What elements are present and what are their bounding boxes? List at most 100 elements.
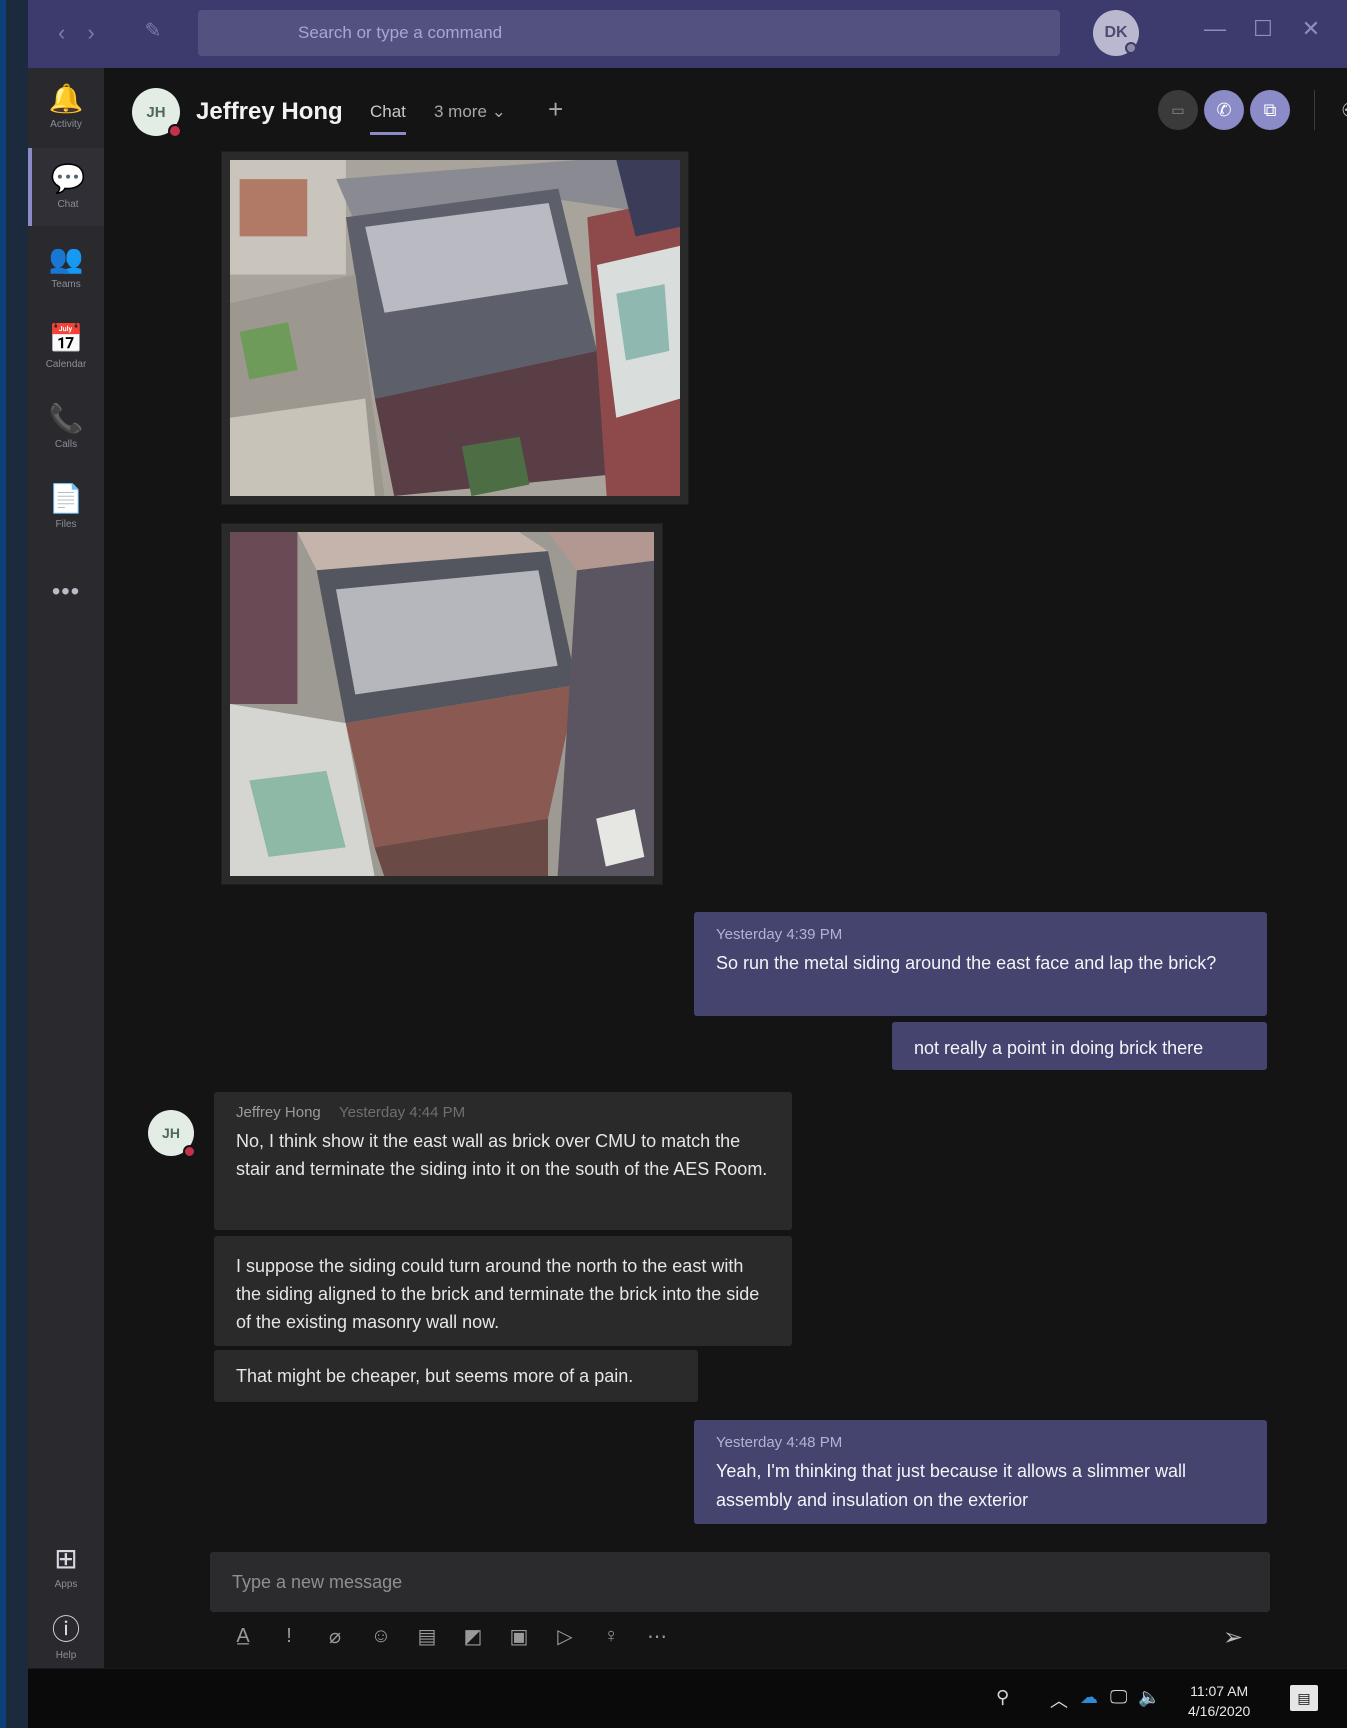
message-text: not really a point in doing brick there [914, 1038, 1204, 1058]
meet-now-icon[interactable]: ▣ [504, 1621, 534, 1651]
peer-name: Jeffrey Hong [196, 98, 343, 125]
received-message[interactable]: That might be cheaper, but seems more of… [214, 1350, 698, 1402]
sticker-icon[interactable]: ◩ [458, 1621, 488, 1651]
rail-item-label: Chat [57, 198, 79, 210]
sent-message[interactable]: Yesterday 4:39 PM So run the metal sidin… [694, 912, 1267, 1016]
close-button[interactable]: ✕ [1296, 16, 1326, 42]
app-rail: 🔔 Activity 💬 Chat 👥 Teams 📅 Calendar 📞 C… [28, 68, 104, 1668]
peer-avatar[interactable]: JH [132, 88, 182, 138]
attach-icon[interactable]: ⌀ [320, 1621, 350, 1651]
add-people-button[interactable]: ⚇ [1330, 90, 1347, 130]
chat-header: JH Jeffrey Hong Chat 3 more ⌄ + ▭ ✆ ⧉ ⚇ [104, 68, 1347, 152]
forward-arrow-icon[interactable]: › [87, 20, 94, 46]
message-meta: Jeffrey Hong Yesterday 4:44 PM [236, 1104, 770, 1121]
header-divider [1314, 90, 1315, 130]
format-icon[interactable]: A̲ [228, 1621, 258, 1651]
rail-item-apps[interactable]: ⊞ Apps [28, 1528, 104, 1606]
composer-toolbar: A̲ ! ⌀ ☺ ▤ ◩ ▣ ▷ ♀ ⋯ [228, 1618, 672, 1654]
rail-item-label: Teams [51, 278, 81, 290]
message-text: Yeah, I'm thinking that just because it … [716, 1461, 1186, 1510]
apps-grid-icon: ⊞ [54, 1542, 78, 1574]
message-timestamp: Yesterday 4:44 PM [338, 1104, 466, 1121]
network-icon[interactable]: 🖵 [1110, 1687, 1127, 1708]
history-nav: ‹ › [58, 20, 95, 46]
priority-icon[interactable]: ! [274, 1621, 304, 1651]
more-apps-button[interactable]: ••• [28, 578, 104, 606]
send-button[interactable]: ➢ [1216, 1620, 1250, 1654]
search-input[interactable] [198, 10, 1060, 56]
clock-date: 4/16/2020 [1188, 1703, 1251, 1719]
rail-item-files[interactable]: 📄 Files [28, 468, 104, 546]
people-icon[interactable]: ⚲ [996, 1687, 1009, 1708]
message-timestamp: Yesterday 4:39 PM [716, 926, 843, 943]
calendar-icon: 📅 [48, 322, 84, 354]
presence-dot [1125, 42, 1137, 54]
rail-item-calls[interactable]: 📞 Calls [28, 388, 104, 466]
maximize-button[interactable]: ☐ [1248, 16, 1278, 42]
rail-item-label: Calls [54, 438, 78, 450]
desktop-edge-strip [0, 0, 6, 1728]
back-arrow-icon[interactable]: ‹ [58, 20, 65, 46]
rail-item-label: Calendar [45, 358, 87, 370]
windows-taskbar: ⚲ ︿ ☁ 🖵 🔈 11:07 AM 4/16/2020 ▤ [28, 1668, 1347, 1728]
message-text: I suppose the siding could turn around t… [236, 1256, 760, 1332]
desktop-edge [0, 0, 28, 1728]
message-composer[interactable] [210, 1552, 1270, 1612]
rail-item-help[interactable]: ⓘ Help [28, 1608, 104, 1668]
peer-initials: JH [146, 103, 166, 121]
aerial-photo-attachment[interactable] [222, 524, 662, 884]
more-options-icon[interactable]: ⋯ [642, 1621, 672, 1651]
add-tab-button[interactable]: + [548, 94, 563, 125]
rail-item-label: Apps [54, 1578, 78, 1590]
video-call-button[interactable]: ▭ [1158, 90, 1198, 130]
rail-item-calendar[interactable]: 📅 Calendar [28, 308, 104, 386]
message-text: No, I think show it the east wall as bri… [236, 1131, 768, 1179]
screen-share-button[interactable]: ⧉ [1250, 90, 1290, 130]
rail-item-chat[interactable]: 💬 Chat [28, 148, 104, 226]
message-input[interactable] [210, 1552, 1270, 1612]
message-author: Jeffrey Hong [236, 1104, 321, 1121]
aerial-photo-1 [230, 160, 680, 496]
received-message[interactable]: Jeffrey Hong Yesterday 4:44 PM No, I thi… [214, 1092, 792, 1230]
compose-icon[interactable]: ✎ [140, 18, 166, 44]
notifications-icon[interactable]: ▤ [1290, 1685, 1318, 1711]
rail-item-activity[interactable]: 🔔 Activity [28, 68, 104, 146]
sent-message[interactable]: Yesterday 4:48 PM Yeah, I'm thinking tha… [694, 1420, 1267, 1524]
message-author-avatar[interactable]: JH [148, 1110, 196, 1158]
sent-message[interactable]: not really a point in doing brick there [892, 1022, 1267, 1070]
busy-status-dot [183, 1145, 196, 1158]
volume-icon[interactable]: 🔈 [1138, 1687, 1160, 1708]
message-text: That might be cheaper, but seems more of… [236, 1366, 634, 1386]
onedrive-icon[interactable]: ☁ [1080, 1687, 1098, 1708]
audio-call-button[interactable]: ✆ [1204, 90, 1244, 130]
rail-item-label: Activity [50, 118, 82, 130]
aerial-photo-attachment[interactable] [222, 152, 688, 504]
send-icon: ➢ [1222, 1623, 1244, 1651]
emoji-icon[interactable]: ☺ [366, 1621, 396, 1651]
gif-icon[interactable]: ▤ [412, 1621, 442, 1651]
praise-icon[interactable]: ♀ [596, 1621, 626, 1651]
aerial-photo-2 [230, 532, 654, 876]
message-list: Yesterday 4:39 PM So run the metal sidin… [104, 152, 1347, 1540]
video-icon: ▭ [1171, 101, 1185, 118]
search-bar[interactable] [198, 10, 1060, 56]
phone-icon: ✆ [1216, 99, 1232, 120]
stream-icon[interactable]: ▷ [550, 1621, 580, 1651]
rail-item-teams[interactable]: 👥 Teams [28, 228, 104, 306]
system-clock[interactable]: 11:07 AM 4/16/2020 [1188, 1681, 1250, 1721]
received-message[interactable]: I suppose the siding could turn around t… [214, 1236, 792, 1346]
tab-more-dropdown[interactable]: 3 more ⌄ [434, 102, 506, 122]
teams-icon: 👥 [48, 242, 84, 274]
message-timestamp: Yesterday 4:48 PM [716, 1434, 843, 1451]
tab-chat[interactable]: Chat [370, 102, 406, 135]
rail-item-label: Files [55, 518, 77, 530]
phone-icon: 📞 [48, 402, 84, 434]
screen-share-icon: ⧉ [1263, 99, 1277, 120]
minimize-button[interactable]: — [1200, 16, 1230, 42]
add-people-icon: ⚇ [1341, 98, 1347, 123]
chevron-up-icon[interactable]: ︿ [1050, 1687, 1068, 1713]
file-icon: 📄 [48, 482, 84, 514]
title-bar: ‹ › ✎ DK — ☐ ✕ [28, 0, 1347, 68]
chat-icon: 💬 [50, 162, 86, 194]
user-avatar[interactable]: DK [1093, 10, 1139, 56]
